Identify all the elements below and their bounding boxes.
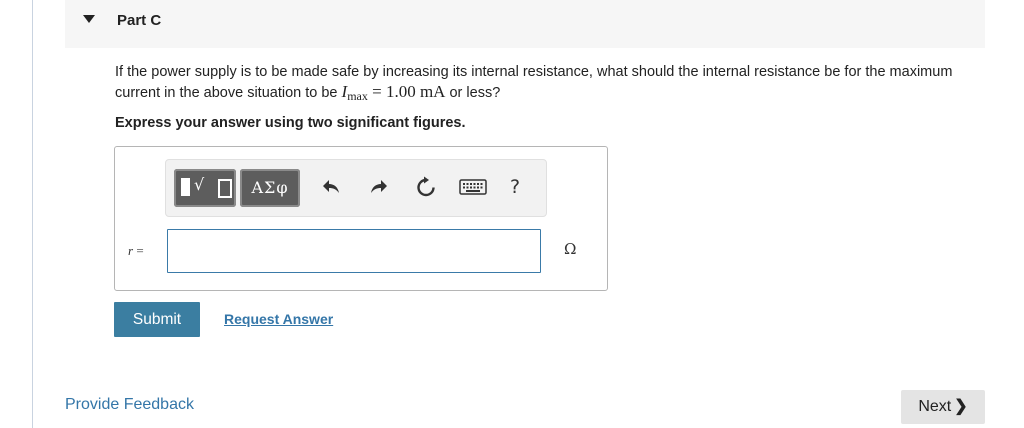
variable-equals: = [133, 243, 144, 258]
answer-input[interactable] [167, 229, 541, 273]
answer-instructions: Express your answer using two significan… [115, 115, 466, 131]
keyboard-icon[interactable] [459, 175, 487, 199]
math-subscript: max [347, 89, 368, 103]
chevron-right-icon: ❯ [954, 398, 968, 415]
math-equation: = 1.00 mA [367, 82, 446, 101]
provide-feedback-link[interactable]: Provide Feedback [65, 396, 194, 414]
unit-label: Ω [564, 240, 577, 258]
templates-icon[interactable]: √ [174, 169, 236, 207]
answer-variable-label: r = [128, 243, 144, 259]
submit-button[interactable]: Submit [114, 302, 200, 337]
question-math: Imax = 1.00 mA [342, 82, 446, 103]
next-button[interactable]: Next ❯ [901, 390, 985, 424]
request-answer-link[interactable]: Request Answer [224, 311, 333, 327]
part-header[interactable] [65, 0, 985, 48]
help-icon[interactable]: ? [510, 176, 520, 198]
question-text-before: If the power supply is to be made safe b… [115, 64, 953, 101]
part-title: Part C [117, 12, 162, 29]
left-border-rule [32, 0, 33, 428]
question-text-after: or less? [445, 85, 501, 101]
question-text: If the power supply is to be made safe b… [115, 63, 985, 106]
redo-icon[interactable] [366, 175, 390, 199]
collapse-triangle-icon[interactable] [83, 15, 95, 23]
greek-letters-icon[interactable]: ΑΣφ [240, 169, 300, 207]
undo-icon[interactable] [320, 175, 344, 199]
next-label: Next [918, 398, 952, 415]
reset-icon[interactable] [414, 175, 438, 199]
